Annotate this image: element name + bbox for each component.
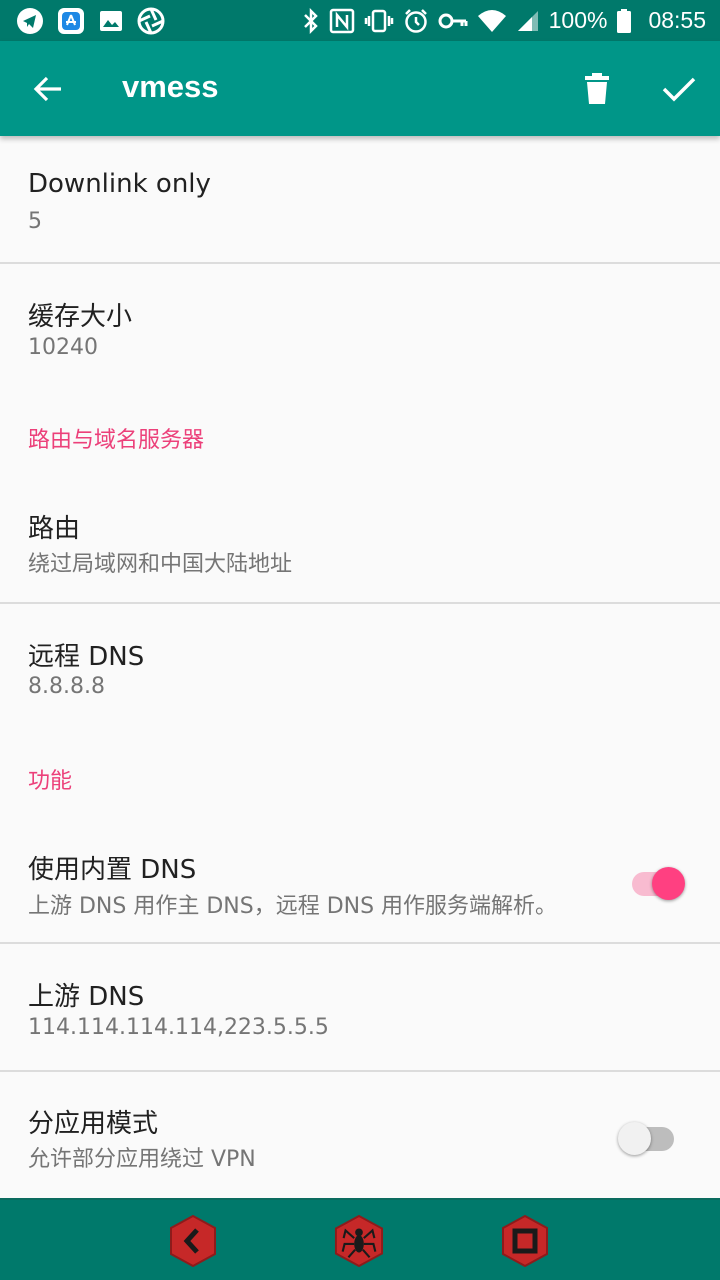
clock: 08:55	[648, 7, 706, 33]
vpn-key-icon	[438, 10, 468, 32]
pref-summary: 10240	[28, 335, 98, 360]
category-routing-dns: 路由与域名服务器	[28, 428, 205, 453]
spider-hex-icon[interactable]	[334, 1214, 384, 1268]
pref-title: 缓存大小	[28, 302, 133, 332]
pref-summary: 114.114.114.114,223.5.5.5	[28, 1015, 329, 1040]
pref-summary: 允许部分应用绕过 VPN	[28, 1147, 256, 1172]
gallery-icon	[98, 8, 124, 34]
pref-builtin-dns[interactable]: 使用内置 DNS 上游 DNS 用作主 DNS，远程 DNS 用作服务端解析。	[0, 816, 720, 942]
pref-summary: 上游 DNS 用作主 DNS，远程 DNS 用作服务端解析。	[28, 894, 558, 919]
pref-title: 上游 DNS	[28, 982, 145, 1012]
check-icon[interactable]	[657, 67, 701, 111]
category-features: 功能	[28, 769, 73, 794]
alarm-icon	[403, 8, 429, 34]
pref-downlink-only[interactable]: Downlink only 5	[0, 136, 720, 262]
toggle-thumb	[652, 867, 685, 900]
status-bar-notifications	[16, 7, 178, 35]
stop-hex-icon[interactable]	[500, 1214, 550, 1268]
pref-summary: 绕过局域网和中国大陆地址	[28, 552, 293, 577]
pref-per-app-mode[interactable]: 分应用模式 允许部分应用绕过 VPN	[0, 1072, 720, 1198]
status-bar: 100% 08:55	[0, 0, 720, 41]
pref-summary: 5	[28, 209, 42, 234]
app-bar: vmess	[0, 41, 720, 136]
preference-list: Downlink only 5 缓存大小 10240 路由与域名服务器 路由 绕…	[0, 136, 720, 1198]
nfc-icon	[329, 8, 355, 34]
bottom-navigation-bar	[0, 1198, 720, 1280]
pref-remote-dns[interactable]: 远程 DNS 8.8.8.8	[0, 604, 720, 730]
app-store-icon	[57, 7, 85, 35]
pref-title: Downlink only	[28, 169, 211, 199]
pref-title: 远程 DNS	[28, 642, 145, 672]
pref-route[interactable]: 路由 绕过局域网和中国大陆地址	[0, 476, 720, 602]
pref-cache-size[interactable]: 缓存大小 10240	[0, 264, 720, 390]
vibrate-icon	[364, 8, 394, 34]
back-hex-icon[interactable]	[168, 1214, 218, 1268]
battery-percent: 100%	[548, 7, 608, 33]
page-title: vmess	[122, 69, 219, 104]
status-bar-system: 100% 08:55	[293, 7, 706, 34]
builtin-dns-toggle[interactable]	[628, 861, 688, 901]
telegram-icon	[16, 7, 44, 35]
pref-summary: 8.8.8.8	[28, 674, 105, 699]
arrow-back-icon[interactable]	[28, 69, 68, 109]
pref-title: 使用内置 DNS	[28, 855, 197, 885]
battery-icon	[616, 8, 632, 34]
signal-icon	[516, 9, 540, 33]
pref-upstream-dns[interactable]: 上游 DNS 114.114.114.114,223.5.5.5	[0, 944, 720, 1070]
per-app-toggle[interactable]	[618, 1116, 678, 1156]
wifi-icon	[477, 8, 507, 34]
pref-title: 路由	[28, 514, 81, 544]
trash-icon[interactable]	[576, 67, 618, 111]
bluetooth-icon	[302, 7, 320, 34]
toggle-thumb	[618, 1122, 651, 1155]
pref-title: 分应用模式	[28, 1109, 159, 1139]
aperture-icon	[137, 7, 165, 35]
